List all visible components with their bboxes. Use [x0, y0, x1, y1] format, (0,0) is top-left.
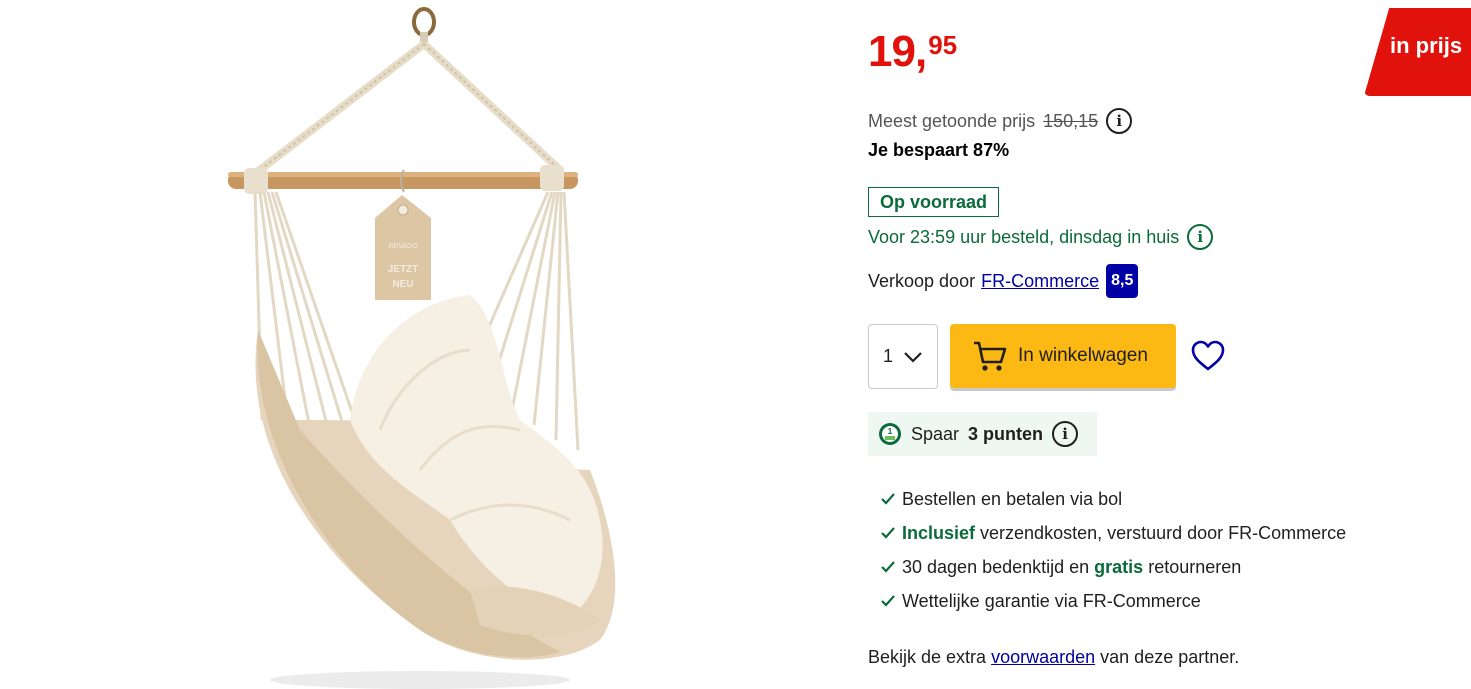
chevron-down-icon: [904, 351, 922, 363]
check-icon: [881, 493, 895, 505]
price: 19,95: [868, 30, 957, 74]
seller-link[interactable]: FR-Commerce: [981, 271, 1099, 292]
usp-text: Bestellen en betalen via bol: [902, 488, 1123, 509]
quantity-value: 1: [883, 346, 894, 366]
price-comma: ,: [914, 27, 928, 76]
points-value: 3 punten: [968, 423, 1044, 444]
usp-item: Bestellen en betalen via bol: [880, 482, 1346, 516]
check-icon: [881, 561, 895, 573]
usp-item: 30 dagen bedenktijd en gratis retournere…: [880, 550, 1346, 584]
tag-text-1: JETZT: [388, 264, 419, 275]
reference-price-label: Meest getoonde prijs: [868, 110, 1036, 131]
wishlist-heart-icon[interactable]: [1191, 340, 1225, 372]
usp-text: Wettelijke garantie via FR-Commerce: [902, 590, 1201, 611]
quantity-select[interactable]: 1: [868, 324, 938, 389]
reference-price: Meest getoonde prijs 150,15 i: [868, 108, 1133, 134]
check-icon: [881, 595, 895, 607]
add-to-cart-button[interactable]: In winkelwagen: [950, 324, 1176, 388]
conditions-link[interactable]: voorwaarden: [991, 647, 1095, 667]
delivery-text: Voor 23:59 uur besteld, dinsdag in huis: [868, 226, 1180, 247]
usp-list: Bestellen en betalen via bol Inclusief v…: [880, 482, 1346, 618]
price-decimals: 95: [928, 30, 958, 60]
product-image[interactable]: REVADO JETZT NEU: [0, 0, 860, 689]
usp-text: retourneren: [1143, 556, 1242, 577]
seller-prefix: Verkoop door: [868, 270, 976, 291]
points-prefix: Spaar: [911, 423, 960, 444]
points-info-icon[interactable]: i: [1052, 421, 1079, 447]
saving-text: Je bespaart 87%: [868, 140, 1010, 160]
tag-brand-text: REVADO: [388, 243, 418, 250]
conditions-pre: Bekijk de extra: [868, 647, 987, 667]
tag-text-2: NEU: [392, 279, 413, 290]
loyalty-points: 1 Spaar 3 punten i: [868, 412, 1097, 456]
delivery-info-icon[interactable]: i: [1187, 224, 1214, 250]
hanging-chair-illustration: REVADO JETZT NEU: [228, 7, 616, 689]
usp-text: 30 dagen bedenktijd en: [902, 556, 1095, 577]
svg-text:1: 1: [888, 427, 893, 436]
usp-bold: Inclusief: [902, 522, 976, 543]
usp-bold: gratis: [1094, 556, 1144, 577]
price-integer: 19: [868, 27, 916, 76]
partner-conditions: Bekijk de extra voorwaarden van deze par…: [868, 647, 1239, 668]
usp-text: verzendkosten, verstuurd door FR-Commerc…: [975, 522, 1347, 543]
add-to-cart-label: In winkelwagen: [1018, 345, 1148, 366]
reference-old-price: 150,15: [1043, 110, 1099, 131]
conditions-post: van deze partner.: [1100, 647, 1240, 667]
seller-rating-badge[interactable]: 8,5: [1106, 264, 1139, 298]
check-icon: [881, 527, 895, 539]
points-icon: 1: [879, 423, 901, 445]
delivery-info: Voor 23:59 uur besteld, dinsdag in huis …: [868, 224, 1214, 250]
cart-icon: [974, 341, 1007, 371]
deal-badge-label: in prijs: [1390, 33, 1463, 58]
deal-badge: in prijs: [1364, 8, 1471, 96]
seller-info: Verkoop door FR-Commerce 8,5: [868, 264, 1139, 298]
stock-badge: Op voorraad: [868, 187, 1000, 217]
info-icon[interactable]: i: [1106, 108, 1133, 134]
usp-item: Wettelijke garantie via FR-Commerce: [880, 584, 1346, 618]
usp-item: Inclusief verzendkosten, verstuurd door …: [880, 516, 1346, 550]
